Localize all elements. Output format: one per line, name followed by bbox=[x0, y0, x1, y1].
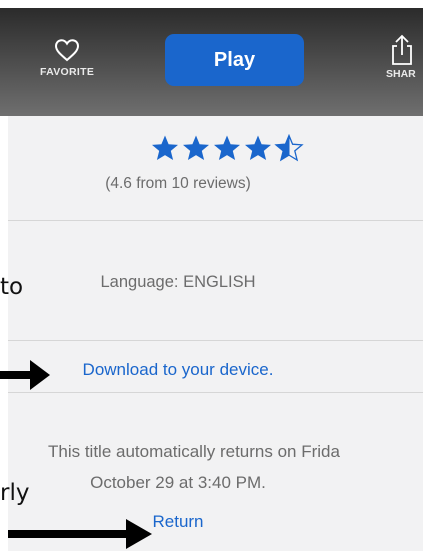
heart-icon bbox=[54, 39, 80, 62]
favorite-label: FAVORITE bbox=[40, 66, 95, 78]
arrow-right-icon bbox=[0, 360, 50, 390]
arrow-right-icon bbox=[8, 519, 152, 549]
half-star-icon bbox=[275, 134, 303, 161]
title-details-panel: (4.6 from 10 reviews) Language: ENGLISH … bbox=[8, 116, 423, 551]
language-label: Language: ENGLISH bbox=[100, 273, 256, 291]
favorite-button[interactable]: FAVORITE bbox=[40, 38, 94, 78]
star-icon bbox=[152, 135, 178, 160]
divider bbox=[8, 340, 423, 341]
background-text-fragment: to bbox=[0, 274, 24, 300]
top-toolbar: FAVORITE Play SHAR bbox=[0, 8, 423, 116]
share-label: SHAR bbox=[386, 68, 416, 80]
star-icon bbox=[214, 135, 240, 160]
share-button[interactable]: SHAR bbox=[386, 34, 423, 80]
rating-summary: (4.6 from 10 reviews) bbox=[105, 175, 251, 192]
play-button[interactable]: Play bbox=[165, 34, 304, 86]
download-link[interactable]: Download to your device. bbox=[8, 360, 348, 380]
divider bbox=[8, 392, 423, 393]
return-notice-line-2: October 29 at 3:40 PM. bbox=[90, 473, 266, 492]
background-text-fragment: rly bbox=[0, 480, 30, 506]
star-rating bbox=[151, 134, 326, 164]
return-notice-line-1: This title automatically returns on Frid… bbox=[48, 442, 340, 461]
rating-section: (4.6 from 10 reviews) bbox=[8, 116, 423, 221]
share-icon bbox=[392, 34, 412, 65]
star-icon bbox=[245, 135, 271, 160]
star-icon bbox=[183, 135, 209, 160]
